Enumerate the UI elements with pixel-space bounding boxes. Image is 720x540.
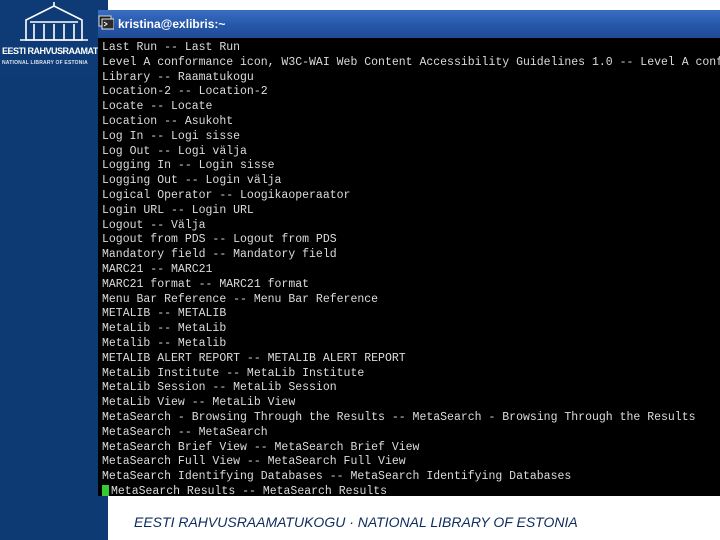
terminal-line-text: Level A conformance icon, W3C-WAI Web Co… xyxy=(102,55,720,69)
terminal-line-text: Last Run -- Last Run xyxy=(102,41,241,54)
terminal-line-text: MARC21 -- MARC21 xyxy=(102,262,213,276)
terminal-line: MetaSearch -- MetaSearch xyxy=(102,426,720,441)
terminal-line: Logout from PDS -- Logout from PDS xyxy=(102,233,720,248)
logo-title: EESTI RAHVUSRAAMATUKOGU xyxy=(2,46,129,56)
terminal-line: MetaSearch Full View -- MetaSearch Full … xyxy=(102,455,720,470)
terminal-line: MetaLib View -- MetaLib View xyxy=(102,396,720,411)
terminal-line: MetaSearch Results -- MetaSearch Results xyxy=(102,484,720,496)
terminal-line: Location -- Asukoht xyxy=(102,115,720,130)
logo-subtitle: NATIONAL LIBRARY OF ESTONIA xyxy=(2,60,88,66)
terminal-line-text: MetaSearch - Browsing Through the Result… xyxy=(102,410,696,424)
terminal-line-text: Logging In -- Login sisse xyxy=(102,159,275,173)
terminal-line-text: MetaLib -- MetaLib xyxy=(102,322,227,336)
library-logo: EESTI RAHVUSRAAMATUKOGU NATIONAL LIBRARY… xyxy=(0,0,129,78)
terminal-line: Log Out -- Logi välja xyxy=(102,145,720,160)
terminal-line-text: Logout -- Välja xyxy=(102,218,206,232)
terminal-line-text: Logging Out -- Login välja xyxy=(102,174,282,188)
terminal-line: Library -- Raamatukogu xyxy=(102,71,720,86)
terminal-line-text: Locate -- Locate xyxy=(102,100,213,114)
terminal-line-text: Logical Operator -- Loogikaoperaator xyxy=(102,188,351,202)
terminal-line-text: Library -- Raamatukogu xyxy=(102,70,254,84)
window-title: kristina@exlibris:~ xyxy=(118,17,226,31)
terminal-output: Last Run -- Last Run Level A conformance … xyxy=(102,41,720,496)
sidebar-strip xyxy=(0,0,108,540)
terminal-line: Logical Operator -- Loogikaoperaator xyxy=(102,189,720,204)
terminal-line: Locate -- Locate xyxy=(102,100,720,115)
terminal-line-text: Logout from PDS -- Logout from PDS xyxy=(102,233,337,247)
terminal-line-text: Login URL -- Login URL xyxy=(102,203,254,217)
terminal-line: MetaSearch Identifying Databases -- Meta… xyxy=(102,470,720,485)
terminal-line: Logout -- Välja xyxy=(102,219,720,234)
terminal-line-text: MetaLib View -- MetaLib View xyxy=(102,396,296,410)
terminal-line: Logging Out -- Login välja xyxy=(102,174,720,189)
terminal-line-text: MetaLib Institute -- MetaLib Institute xyxy=(102,366,365,380)
terminal-line: Mandatory field -- Mandatory field xyxy=(102,248,720,263)
terminal-line: MARC21 format -- MARC21 format xyxy=(102,278,720,293)
terminal-line: MARC21 -- MARC21 xyxy=(102,263,720,278)
terminal-line: Logging In -- Login sisse xyxy=(102,159,720,174)
terminal-line-text: MARC21 format -- MARC21 format xyxy=(102,277,310,291)
window-titlebar[interactable]: kristina@exlibris:~ xyxy=(98,10,720,38)
terminal-line-text: Menu Bar Reference -- Menu Bar Reference xyxy=(102,292,379,306)
terminal-line-text: Mandatory field -- Mandatory field xyxy=(102,248,337,262)
terminal-line: MetaLib -- MetaLib xyxy=(102,322,720,337)
terminal-line-text: MetaSearch Identifying Databases -- Meta… xyxy=(102,470,572,484)
terminal-line-text: MetaSearch -- MetaSearch xyxy=(102,425,268,439)
terminal-line: METALIB ALERT REPORT -- METALIB ALERT RE… xyxy=(102,352,720,367)
terminal-line-text: Log In -- Logi sisse xyxy=(102,129,241,143)
footer: EESTI RAHVUSRAAMATUKOGU · NATIONAL LIBRA… xyxy=(108,496,720,540)
terminal-line: MetaSearch - Browsing Through the Result… xyxy=(102,411,720,426)
terminal-line-text: Location -- Asukoht xyxy=(102,114,234,128)
terminal-line: MetaLib Institute -- MetaLib Institute xyxy=(102,367,720,382)
terminal-line-text: MetaSearch Brief View -- MetaSearch Brie… xyxy=(102,440,420,454)
terminal-line-text: Location-2 -- Location-2 xyxy=(102,85,268,99)
terminal-line-text: MetaSearch Full View -- MetaSearch Full … xyxy=(102,455,406,469)
footer-text: EESTI RAHVUSRAAMATUKOGU · NATIONAL LIBRA… xyxy=(134,514,578,530)
library-building-icon xyxy=(20,2,88,41)
terminal-line: Last Run -- Last Run xyxy=(102,41,720,56)
terminal-line: Metalib -- Metalib xyxy=(102,337,720,352)
terminal-line: METALIB -- METALIB xyxy=(102,307,720,322)
terminal-line: Log In -- Logi sisse xyxy=(102,130,720,145)
terminal-line-text: Log Out -- Logi välja xyxy=(102,144,247,158)
terminal-line: Menu Bar Reference -- Menu Bar Reference xyxy=(102,293,720,308)
terminal-line-text: METALIB ALERT REPORT -- METALIB ALERT RE… xyxy=(102,351,406,365)
terminal-cursor xyxy=(102,484,109,496)
terminal-line: Location-2 -- Location-2 xyxy=(102,85,720,100)
terminal-line: Login URL -- Login URL xyxy=(102,204,720,219)
terminal-icon xyxy=(98,15,114,30)
terminal-line-text: MetaLib Session -- MetaLib Session xyxy=(102,381,337,395)
terminal-line-text: MetaSearch Results -- MetaSearch Results xyxy=(111,484,388,496)
terminal-line: Level A conformance icon, W3C-WAI Web Co… xyxy=(102,56,720,71)
terminal-line: MetaSearch Brief View -- MetaSearch Brie… xyxy=(102,441,720,456)
terminal-line-text: Metalib -- Metalib xyxy=(102,336,227,350)
terminal-window[interactable]: Last Run -- Last Run Level A conformance … xyxy=(98,38,720,496)
terminal-line-text: METALIB -- METALIB xyxy=(102,307,227,321)
terminal-line: MetaLib Session -- MetaLib Session xyxy=(102,381,720,396)
